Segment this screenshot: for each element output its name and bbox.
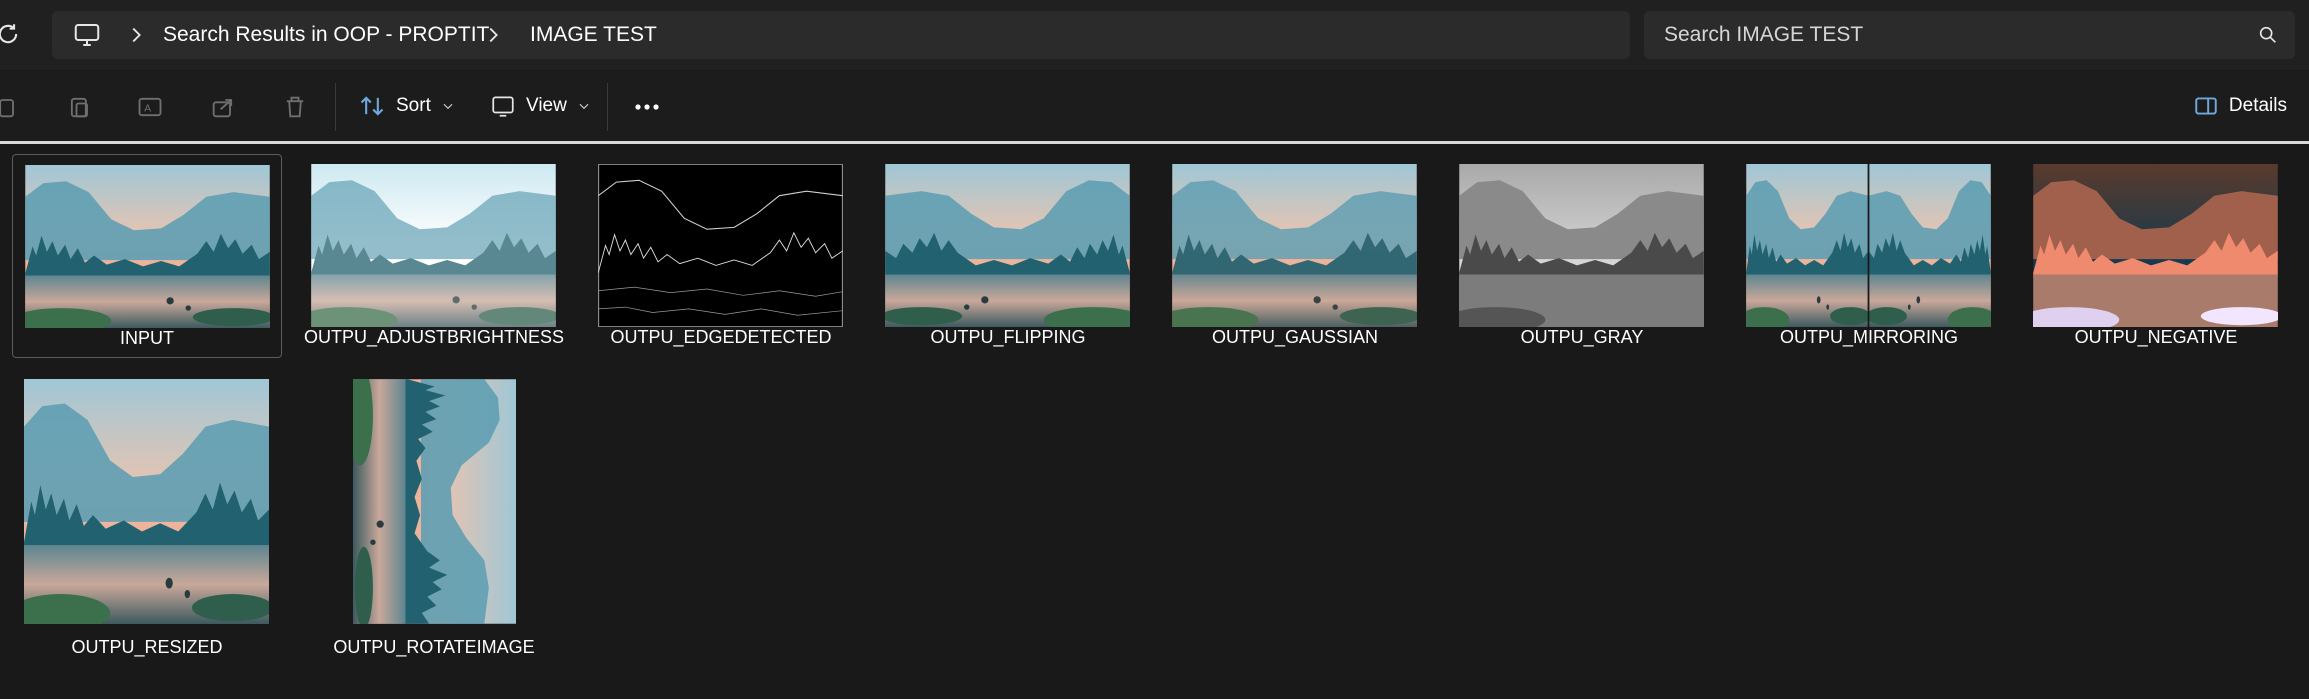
file-name: OUTPU_NEGATIVE [2074, 327, 2238, 347]
paste-icon[interactable] [66, 93, 94, 121]
file-name: OUTPU_ADJUSTBRIGHTNESS [303, 327, 565, 347]
file-name: OUTPU_EDGEDETECTED [610, 327, 832, 347]
file-item[interactable]: OUTPU_GAUSSIAN [1160, 154, 1430, 358]
chevron-right-icon[interactable] [482, 24, 504, 46]
image-thumbnail [24, 379, 269, 624]
file-item[interactable]: OUTPU_EDGEDETECTED [586, 154, 856, 358]
file-item[interactable]: INPUT [12, 154, 282, 358]
computer-icon[interactable] [72, 20, 102, 50]
image-thumbnail [1172, 164, 1417, 327]
image-thumbnail [25, 165, 270, 328]
refresh-icon[interactable] [0, 20, 22, 48]
file-item[interactable]: OUTPU_ADJUSTBRIGHTNESS [299, 154, 569, 358]
details-pane-icon [2195, 97, 2217, 115]
svg-text:A: A [144, 103, 151, 115]
toolbar-separator [607, 83, 608, 131]
more-options-icon[interactable] [632, 93, 662, 121]
search-icon[interactable] [2257, 24, 2279, 46]
view-button[interactable]: View [490, 83, 591, 129]
chevron-down-icon [443, 103, 453, 110]
toolbar-separator [335, 83, 336, 131]
delete-icon[interactable] [281, 93, 309, 121]
search-input[interactable] [1664, 11, 2224, 59]
sort-icon [360, 96, 384, 116]
file-item[interactable]: OUTPU_FLIPPING [873, 154, 1143, 358]
view-icon [492, 96, 514, 117]
file-name: OUTPU_GRAY [1520, 327, 1644, 347]
command-bar: A Sort View Details [0, 71, 2309, 141]
details-label: Details [2228, 95, 2287, 116]
image-thumbnail [1746, 164, 1991, 327]
sort-button[interactable]: Sort [358, 83, 455, 129]
image-thumbnail [598, 164, 843, 327]
file-name: OUTPU_GAUSSIAN [1211, 327, 1379, 347]
breadcrumb-item-search-results[interactable]: Search Results in OOP - PROPTIT [163, 11, 489, 59]
address-bar: Search Results in OOP - PROPTIT IMAGE TE… [0, 0, 2309, 70]
image-thumbnail [353, 379, 516, 624]
chevron-down-icon [579, 103, 589, 110]
breadcrumb-item-image-test[interactable]: IMAGE TEST [530, 11, 657, 59]
search-box [1644, 11, 2295, 59]
file-grid: INPUT OUTPU_ADJUSTBRIGHTNESS OUTPU_EDGED… [0, 144, 2309, 699]
image-thumbnail [885, 164, 1130, 327]
rename-icon[interactable]: A [136, 93, 164, 121]
copy-icon[interactable] [0, 93, 20, 121]
view-label: View [526, 95, 567, 116]
breadcrumb[interactable]: Search Results in OOP - PROPTIT IMAGE TE… [52, 11, 1630, 59]
file-item[interactable]: OUTPU_ROTATEIMAGE [299, 370, 569, 670]
file-name: OUTPU_ROTATEIMAGE [333, 637, 535, 657]
details-button[interactable]: Details [2193, 83, 2287, 129]
image-thumbnail [1459, 164, 1704, 327]
file-name: OUTPU_MIRRORING [1779, 327, 1958, 347]
image-thumbnail [311, 164, 556, 327]
file-item[interactable]: OUTPU_MIRRORING [1734, 154, 2004, 358]
chevron-right-icon[interactable] [125, 24, 147, 46]
file-name: OUTPU_FLIPPING [930, 327, 1086, 347]
file-item[interactable]: OUTPU_RESIZED [12, 370, 282, 670]
image-thumbnail [2033, 164, 2278, 327]
file-name: INPUT [120, 328, 174, 348]
file-name: OUTPU_RESIZED [71, 637, 223, 657]
file-item[interactable]: OUTPU_GRAY [1447, 154, 1717, 358]
sort-label: Sort [396, 95, 431, 116]
file-item[interactable]: OUTPU_NEGATIVE [2021, 154, 2291, 358]
share-icon[interactable] [209, 93, 237, 121]
